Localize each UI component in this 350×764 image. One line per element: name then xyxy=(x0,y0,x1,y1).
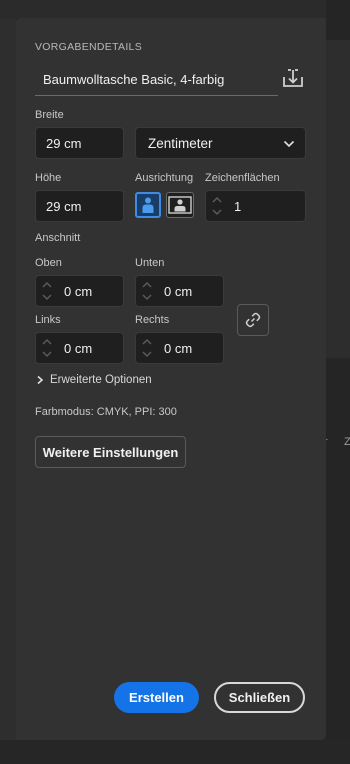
bleed-label: Anschnitt xyxy=(35,232,81,244)
chevron-down-icon[interactable] xyxy=(142,292,152,302)
stepper-arrows[interactable] xyxy=(136,276,156,306)
bleed-left-label: Links xyxy=(35,314,61,326)
link-icon xyxy=(245,312,261,328)
width-label: Breite xyxy=(35,109,64,121)
more-settings-button[interactable]: Weitere Einstellungen xyxy=(35,436,186,468)
bleed-bottom-value: 0 cm xyxy=(164,283,193,299)
chevron-down-icon xyxy=(283,136,295,151)
background-right-panel xyxy=(326,40,350,358)
artboards-value: 1 xyxy=(234,198,242,214)
close-button[interactable]: Schließen xyxy=(214,682,305,713)
bleed-left-value: 0 cm xyxy=(64,340,93,356)
bleed-right-value: 0 cm xyxy=(164,340,193,356)
bleed-bottom-stepper[interactable]: 0 cm xyxy=(135,275,224,307)
advanced-options-toggle[interactable]: Erweiterte Optionen xyxy=(36,374,152,386)
preset-name-field[interactable]: Baumwolltasche Basic, 4-farbig xyxy=(35,66,278,96)
units-select-value: Zentimeter xyxy=(148,135,213,151)
color-mode-info: Farbmodus: CMYK, PPI: 300 xyxy=(35,406,177,418)
portrait-person-icon xyxy=(142,197,154,213)
chevron-up-icon[interactable] xyxy=(42,280,52,290)
landscape-person-icon xyxy=(168,196,192,214)
background-left-strip xyxy=(0,18,16,740)
link-bleed-button[interactable] xyxy=(237,304,269,336)
chevron-up-icon[interactable] xyxy=(142,280,152,290)
preset-details-panel: VORGABENDETAILS Baumwolltasche Basic, 4-… xyxy=(16,18,326,740)
bleed-top-value: 0 cm xyxy=(64,283,93,299)
background-top-bar xyxy=(0,0,326,18)
stepper-arrows[interactable] xyxy=(206,191,226,221)
artboards-stepper[interactable]: 1 xyxy=(205,190,306,222)
bleed-bottom-label: Unten xyxy=(135,257,165,269)
stepper-arrows[interactable] xyxy=(36,276,56,306)
height-input[interactable]: 29 cm xyxy=(35,190,124,222)
bleed-right-label: Rechts xyxy=(135,314,170,326)
chevron-up-icon[interactable] xyxy=(42,337,52,347)
artboards-label: Zeichenflächen xyxy=(205,172,280,184)
import-download-icon[interactable] xyxy=(281,66,305,90)
chevron-up-icon[interactable] xyxy=(142,337,152,347)
orientation-landscape-button[interactable] xyxy=(166,192,194,218)
chevron-up-icon[interactable] xyxy=(212,195,222,205)
section-title: VORGABENDETAILS xyxy=(35,41,142,53)
chevron-right-icon xyxy=(37,375,44,385)
create-button[interactable]: Erstellen xyxy=(114,682,199,713)
chevron-down-icon[interactable] xyxy=(42,292,52,302)
bleed-top-stepper[interactable]: 0 cm xyxy=(35,275,124,307)
background-text-fragment: Z xyxy=(344,436,350,448)
chevron-down-icon[interactable] xyxy=(142,349,152,359)
stepper-arrows[interactable] xyxy=(136,333,156,363)
units-select[interactable]: Zentimeter xyxy=(135,127,306,159)
height-label: Höhe xyxy=(35,172,62,184)
chevron-down-icon[interactable] xyxy=(212,207,222,217)
orientation-portrait-button[interactable] xyxy=(135,192,161,218)
bleed-left-stepper[interactable]: 0 cm xyxy=(35,332,124,364)
bleed-right-stepper[interactable]: 0 cm xyxy=(135,332,224,364)
width-input[interactable]: 29 cm xyxy=(35,127,124,159)
bleed-top-label: Oben xyxy=(35,257,62,269)
advanced-options-label: Erweiterte Optionen xyxy=(50,374,152,386)
background-bottom xyxy=(0,740,350,764)
chevron-down-icon[interactable] xyxy=(42,349,52,359)
orientation-label: Ausrichtung xyxy=(135,172,194,184)
stepper-arrows[interactable] xyxy=(36,333,56,363)
